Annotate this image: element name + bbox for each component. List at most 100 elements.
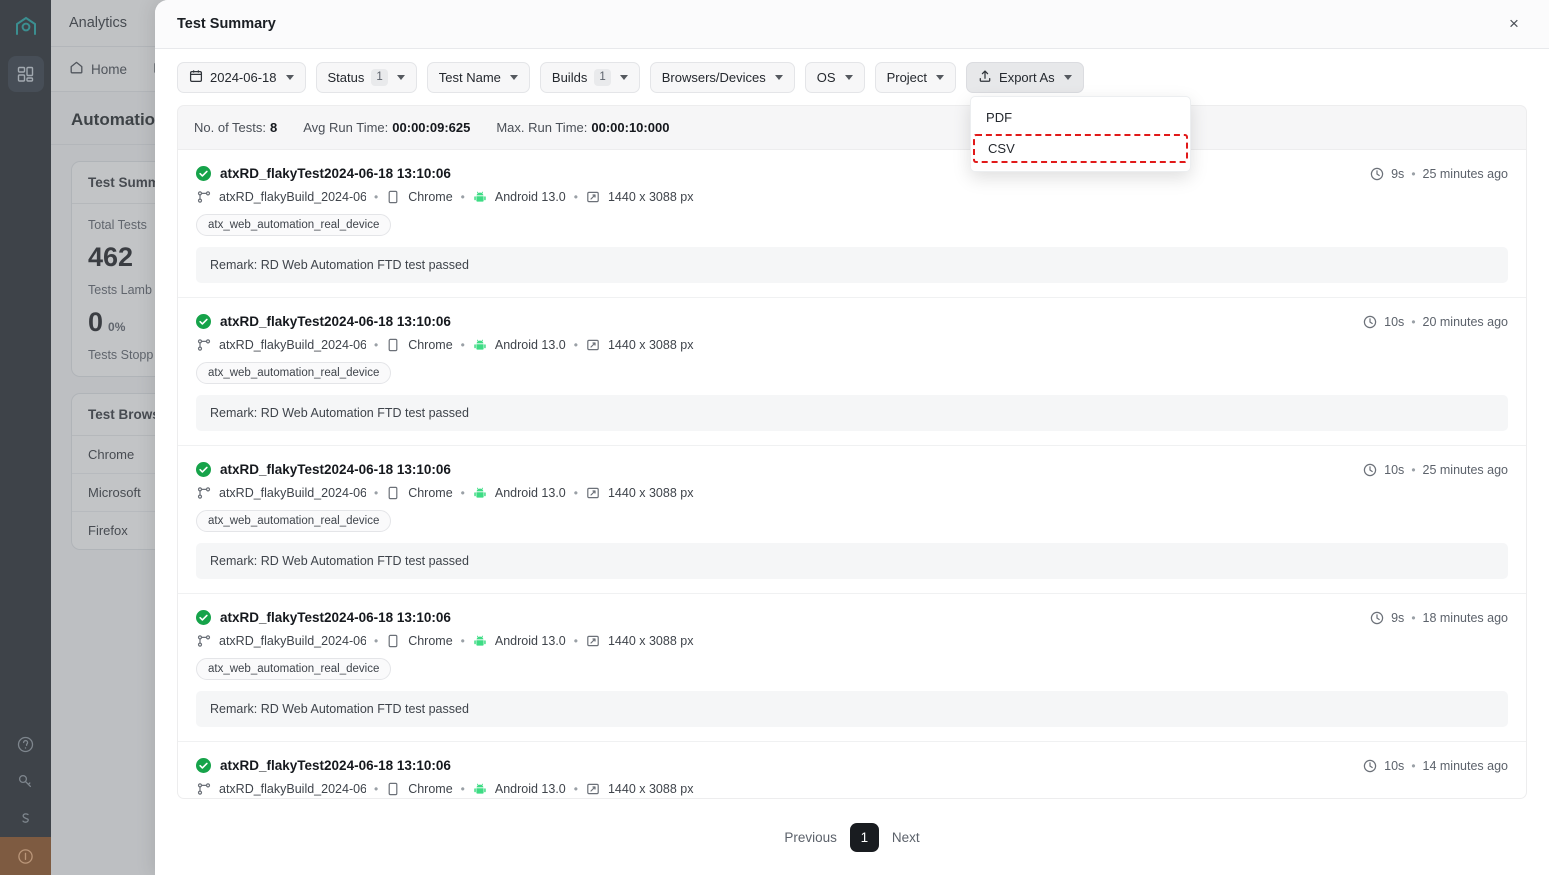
test-resolution: 1440 x 3088 px [608, 190, 694, 204]
chevron-down-icon [620, 75, 628, 80]
chevron-down-icon [936, 75, 944, 80]
close-icon[interactable]: × [1501, 11, 1527, 37]
test-list-container: atxRD_flakyTest2024-06-18 13:10:06 9s • 25 … [177, 150, 1527, 799]
modal-title: Test Summary [177, 16, 276, 32]
table-row[interactable]: atxRD_flakyTest2024-06-18 13:10:0610s•20… [178, 298, 1526, 446]
separator-dot: • [1411, 315, 1415, 329]
table-row[interactable]: atxRD_flakyTest2024-06-18 13:10:069s•25 … [178, 150, 1526, 298]
separator-dot: • [1411, 463, 1415, 477]
test-tag[interactable]: atx_web_automation_real_device [196, 214, 391, 236]
test-row-header: atxRD_flakyTest2024-06-18 13:10:0610s•25… [196, 462, 1508, 477]
builds-filter-button[interactable]: Builds 1 [540, 62, 640, 93]
resolution-icon [586, 190, 600, 204]
screen: Analytics Home [0, 0, 1549, 875]
test-duration: 10s [1384, 315, 1404, 329]
test-row-meta: atxRD_flakyBuild_2024-06-18•Chrome•Andro… [196, 634, 1508, 648]
stat-label: No. of Tests: [194, 120, 266, 135]
test-list[interactable]: atxRD_flakyTest2024-06-18 13:10:06 9s • 25 … [178, 150, 1526, 798]
separator-dot: • [574, 486, 578, 500]
browsers-devices-filter-button[interactable]: Browsers/Devices [650, 62, 795, 93]
separator-dot: • [574, 782, 578, 796]
chevron-down-icon [510, 75, 518, 80]
test-tag[interactable]: atx_web_automation_real_device [196, 510, 391, 532]
test-relative-time: 14 minutes ago [1423, 759, 1508, 773]
test-duration: 10s [1384, 759, 1404, 773]
separator-dot: • [461, 190, 465, 204]
test-tag[interactable]: atx_web_automation_real_device [196, 362, 391, 384]
separator-dot: • [461, 782, 465, 796]
chevron-down-icon [286, 75, 294, 80]
page-number-1[interactable]: 1 [850, 823, 879, 852]
test-row-header: atxRD_flakyTest2024-06-18 13:10:069s•25 … [196, 166, 1508, 181]
date-filter-label: 2024-06-18 [210, 70, 277, 85]
test-row-header: atxRD_flakyTest2024-06-18 13:10:069s•18 … [196, 610, 1508, 625]
next-page-button[interactable]: Next [892, 830, 920, 845]
test-relative-time: 20 minutes ago [1423, 315, 1508, 329]
table-row[interactable]: atxRD_flakyTest2024-06-18 13:10:0610s•14… [178, 742, 1526, 798]
test-duration: 9s [1391, 167, 1404, 181]
status-pass-icon [196, 462, 211, 477]
test-build-name: atxRD_flakyBuild_2024-06-18 [219, 338, 366, 352]
test-name-filter-button[interactable]: Test Name [427, 62, 530, 93]
previous-page-button[interactable]: Previous [784, 830, 837, 845]
stat-label: Avg Run Time: [303, 120, 388, 135]
test-os: Android 13.0 [495, 190, 566, 204]
separator-dot: • [374, 782, 378, 796]
status-pass-icon [196, 166, 211, 181]
status-filter-label: Status [328, 70, 365, 85]
test-remark: Remark: RD Web Automation FTD test passe… [196, 543, 1508, 579]
test-duration: 9s [1391, 611, 1404, 625]
modal-header: Test Summary × [155, 0, 1549, 49]
separator-dot: • [374, 634, 378, 648]
browser-icon [386, 782, 400, 796]
clock-icon [1363, 315, 1377, 329]
separator-dot: • [574, 634, 578, 648]
test-relative-time: 18 minutes ago [1423, 611, 1508, 625]
stats-bar: No. of Tests:8 Avg Run Time:00:00:09:625… [177, 105, 1527, 150]
status-filter-button[interactable]: Status 1 [316, 62, 417, 93]
calendar-icon [189, 69, 203, 86]
test-name: atxRD_flakyTest2024-06-18 13:10:06 [220, 610, 451, 625]
build-icon [197, 338, 211, 352]
test-row-timing: 10s • 20 minutes ago [1363, 315, 1508, 329]
separator-dot: • [374, 190, 378, 204]
test-browser: Chrome [408, 782, 452, 796]
export-option-pdf[interactable]: PDF [971, 103, 1190, 132]
table-row[interactable]: atxRD_flakyTest2024-06-18 13:10:06 9s • 18 … [178, 594, 1526, 742]
resolution-icon [586, 338, 600, 352]
test-name: atxRD_flakyTest2024-06-18 13:10:06 [220, 758, 451, 773]
test-row-header: atxRD_flakyTest2024-06-18 13:10:06 10s•14… [196, 758, 1508, 773]
test-os: Android 13.0 [495, 338, 566, 352]
date-filter-button[interactable]: 2024-06-18 [177, 62, 306, 93]
stat-value: 00:00:10:000 [591, 120, 669, 135]
resolution-icon [586, 486, 600, 500]
android-icon [473, 486, 487, 500]
project-filter-button[interactable]: Project [875, 62, 956, 93]
separator-dot: • [1411, 167, 1415, 181]
test-resolution: 1440 x 3088 px [608, 486, 694, 500]
chevron-down-icon [845, 75, 853, 80]
browser-icon [386, 190, 400, 204]
os-filter-label: OS [817, 70, 836, 85]
test-remark: Remark: RD Web Automation FTD test passe… [196, 691, 1508, 727]
export-as-button[interactable]: Export As [966, 62, 1084, 93]
build-icon [197, 634, 211, 648]
chevron-down-icon [1064, 75, 1072, 80]
browser-icon [386, 486, 400, 500]
test-relative-time: 25 minutes ago [1423, 167, 1508, 181]
status-pass-icon [196, 610, 211, 625]
clock-icon [1363, 759, 1377, 773]
separator-dot: • [461, 634, 465, 648]
resolution-icon [586, 782, 600, 796]
export-option-csv[interactable]: CSV [973, 134, 1188, 163]
test-row-timing: 10s•14 minutes ago [1363, 759, 1508, 773]
builds-filter-count: 1 [594, 69, 610, 86]
test-tag[interactable]: atx_web_automation_real_device [196, 658, 391, 680]
resolution-icon [586, 634, 600, 648]
test-resolution: 1440 x 3088 px [608, 782, 694, 796]
os-filter-button[interactable]: OS [805, 62, 865, 93]
table-row[interactable]: atxRD_flakyTest2024-06-18 13:10:0610s•25… [178, 446, 1526, 594]
chevron-down-icon [397, 75, 405, 80]
test-resolution: 1440 x 3088 px [608, 634, 694, 648]
clock-icon [1370, 167, 1384, 181]
